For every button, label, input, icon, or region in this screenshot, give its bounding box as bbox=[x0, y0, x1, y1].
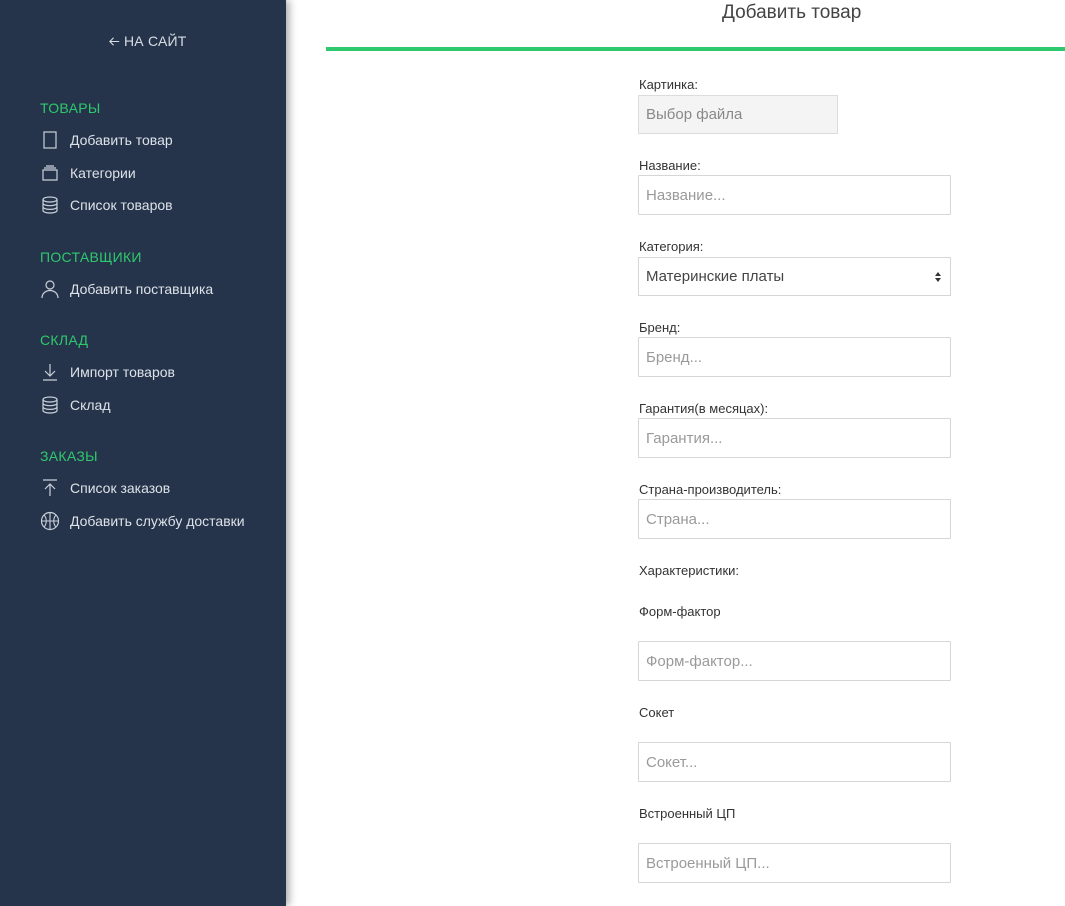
sidebar-item-label: Категории bbox=[70, 165, 136, 181]
download-icon bbox=[40, 362, 60, 382]
sidebar: НА САЙТ ТОВАРЫ Добавить товар Категории … bbox=[0, 0, 286, 906]
form-factor-label: Форм-фактор bbox=[639, 604, 721, 619]
sidebar-item-add-delivery-service[interactable]: Добавить службу доставки bbox=[40, 510, 245, 532]
sidebar-item-order-list[interactable]: Список заказов bbox=[40, 477, 170, 499]
sidebar-item-add-product[interactable]: Добавить товар bbox=[40, 129, 173, 151]
tablet-icon bbox=[40, 130, 60, 150]
sidebar-item-warehouse[interactable]: Склад bbox=[40, 394, 111, 416]
specs-label: Характеристики: bbox=[639, 563, 740, 578]
sidebar-item-categories[interactable]: Категории bbox=[40, 162, 136, 184]
database-icon bbox=[40, 195, 60, 215]
brand-input[interactable] bbox=[638, 337, 951, 377]
back-to-site-link[interactable]: НА САЙТ bbox=[108, 33, 187, 49]
title-underline bbox=[326, 47, 1065, 51]
database-icon bbox=[40, 395, 60, 415]
socket-input[interactable] bbox=[638, 742, 951, 782]
warranty-input[interactable] bbox=[638, 418, 951, 458]
socket-label: Сокет bbox=[639, 705, 675, 720]
brand-label: Бренд: bbox=[639, 320, 681, 335]
sidebar-item-label: Добавить поставщика bbox=[70, 281, 214, 297]
sidebar-item-label: Добавить товар bbox=[70, 132, 173, 148]
category-label: Категория: bbox=[639, 239, 704, 254]
cpu-label: Встроенный ЦП bbox=[639, 806, 736, 821]
image-label: Картинка: bbox=[639, 77, 698, 92]
warranty-label: Гарантия(в месяцах): bbox=[639, 401, 769, 416]
form-factor-input[interactable] bbox=[638, 641, 951, 681]
name-input[interactable] bbox=[638, 175, 951, 215]
country-label: Страна-производитель: bbox=[639, 482, 782, 497]
sidebar-item-product-list[interactable]: Список товаров bbox=[40, 194, 173, 216]
category-selected-value: Материнские платы bbox=[646, 268, 785, 285]
sidebar-item-label: Список товаров bbox=[70, 197, 173, 213]
section-title-suppliers: ПОСТАВЩИКИ bbox=[40, 249, 142, 265]
country-input[interactable] bbox=[638, 499, 951, 539]
select-arrows-icon bbox=[935, 272, 941, 282]
category-select[interactable]: Материнские платы bbox=[638, 257, 951, 296]
sidebar-item-label: Склад bbox=[70, 397, 111, 413]
stack-icon bbox=[40, 163, 60, 183]
sidebar-item-import-products[interactable]: Импорт товаров bbox=[40, 361, 175, 383]
basketball-icon bbox=[40, 511, 60, 531]
user-icon bbox=[40, 279, 60, 299]
choose-file-button[interactable]: Выбор файла bbox=[638, 95, 838, 134]
sidebar-item-label: Добавить службу доставки bbox=[70, 513, 245, 529]
back-to-site-label: НА САЙТ bbox=[124, 33, 187, 49]
sidebar-item-label: Импорт товаров bbox=[70, 364, 175, 380]
upload-icon bbox=[40, 478, 60, 498]
name-label: Название: bbox=[639, 158, 701, 173]
sidebar-item-label: Список заказов bbox=[70, 480, 171, 496]
section-title-warehouse: СКЛАД bbox=[40, 332, 89, 348]
arrow-left-icon bbox=[109, 36, 120, 46]
sidebar-item-add-supplier[interactable]: Добавить поставщика bbox=[40, 278, 213, 300]
section-title-orders: ЗАКАЗЫ bbox=[40, 448, 98, 464]
cpu-input[interactable] bbox=[638, 843, 951, 883]
section-title-products: ТОВАРЫ bbox=[40, 100, 101, 116]
